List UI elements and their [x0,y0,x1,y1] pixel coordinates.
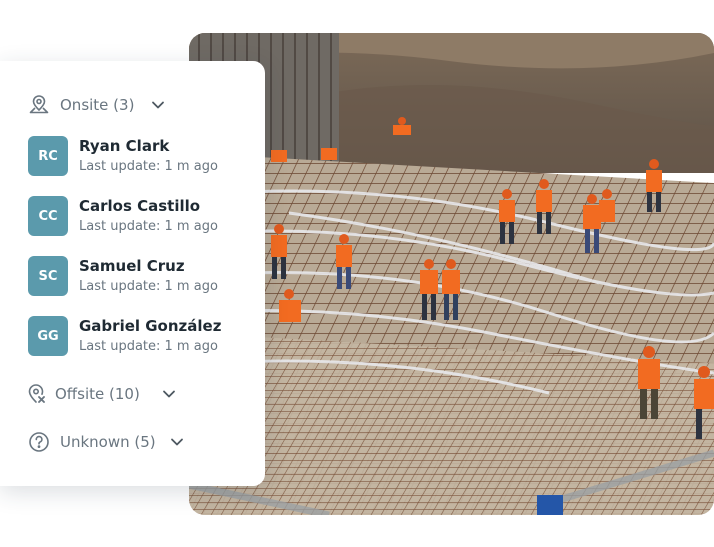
group-unknown-toggle[interactable]: Unknown (5) [28,429,184,455]
worker-name: Carlos Castillo [79,196,201,215]
group-offsite-toggle[interactable]: Offsite (10) [25,381,176,407]
chevron-down-icon [170,435,184,449]
last-update-text: Last update: 1 m ago [79,338,218,354]
worker-name: Gabriel González [79,316,222,335]
avatar: GG [28,316,68,356]
group-unknown-label: Unknown (5) [60,433,156,451]
last-update-text: Last update: 1 m ago [79,278,218,294]
avatar: SC [28,256,68,296]
group-onsite-label: Onsite (3) [60,96,135,114]
avatar: RC [28,136,68,176]
worker-name: Ryan Clark [79,136,170,155]
question-circle-icon [28,431,50,453]
location-off-icon [25,383,47,405]
construction-site-photo [189,33,714,515]
avatar: CC [28,196,68,236]
group-onsite-toggle[interactable]: Onsite (3) [28,92,165,118]
worker-status-panel: Onsite (3) RC Ryan Clark Last update: 1 … [0,61,265,486]
worker-item-samuel-cruz[interactable]: SC Samuel Cruz Last update: 1 m ago [28,255,258,297]
last-update-text: Last update: 1 m ago [79,158,218,174]
group-offsite-label: Offsite (10) [55,385,140,403]
worker-item-gabriel-gonzalez[interactable]: GG Gabriel González Last update: 1 m ago [28,315,258,357]
map-pin-icon [28,94,50,116]
chevron-down-icon [151,98,165,112]
chevron-down-icon [162,387,176,401]
worker-item-carlos-castillo[interactable]: CC Carlos Castillo Last update: 1 m ago [28,195,258,237]
worker-item-ryan-clark[interactable]: RC Ryan Clark Last update: 1 m ago [28,135,258,177]
last-update-text: Last update: 1 m ago [79,218,218,234]
worker-name: Samuel Cruz [79,256,185,275]
